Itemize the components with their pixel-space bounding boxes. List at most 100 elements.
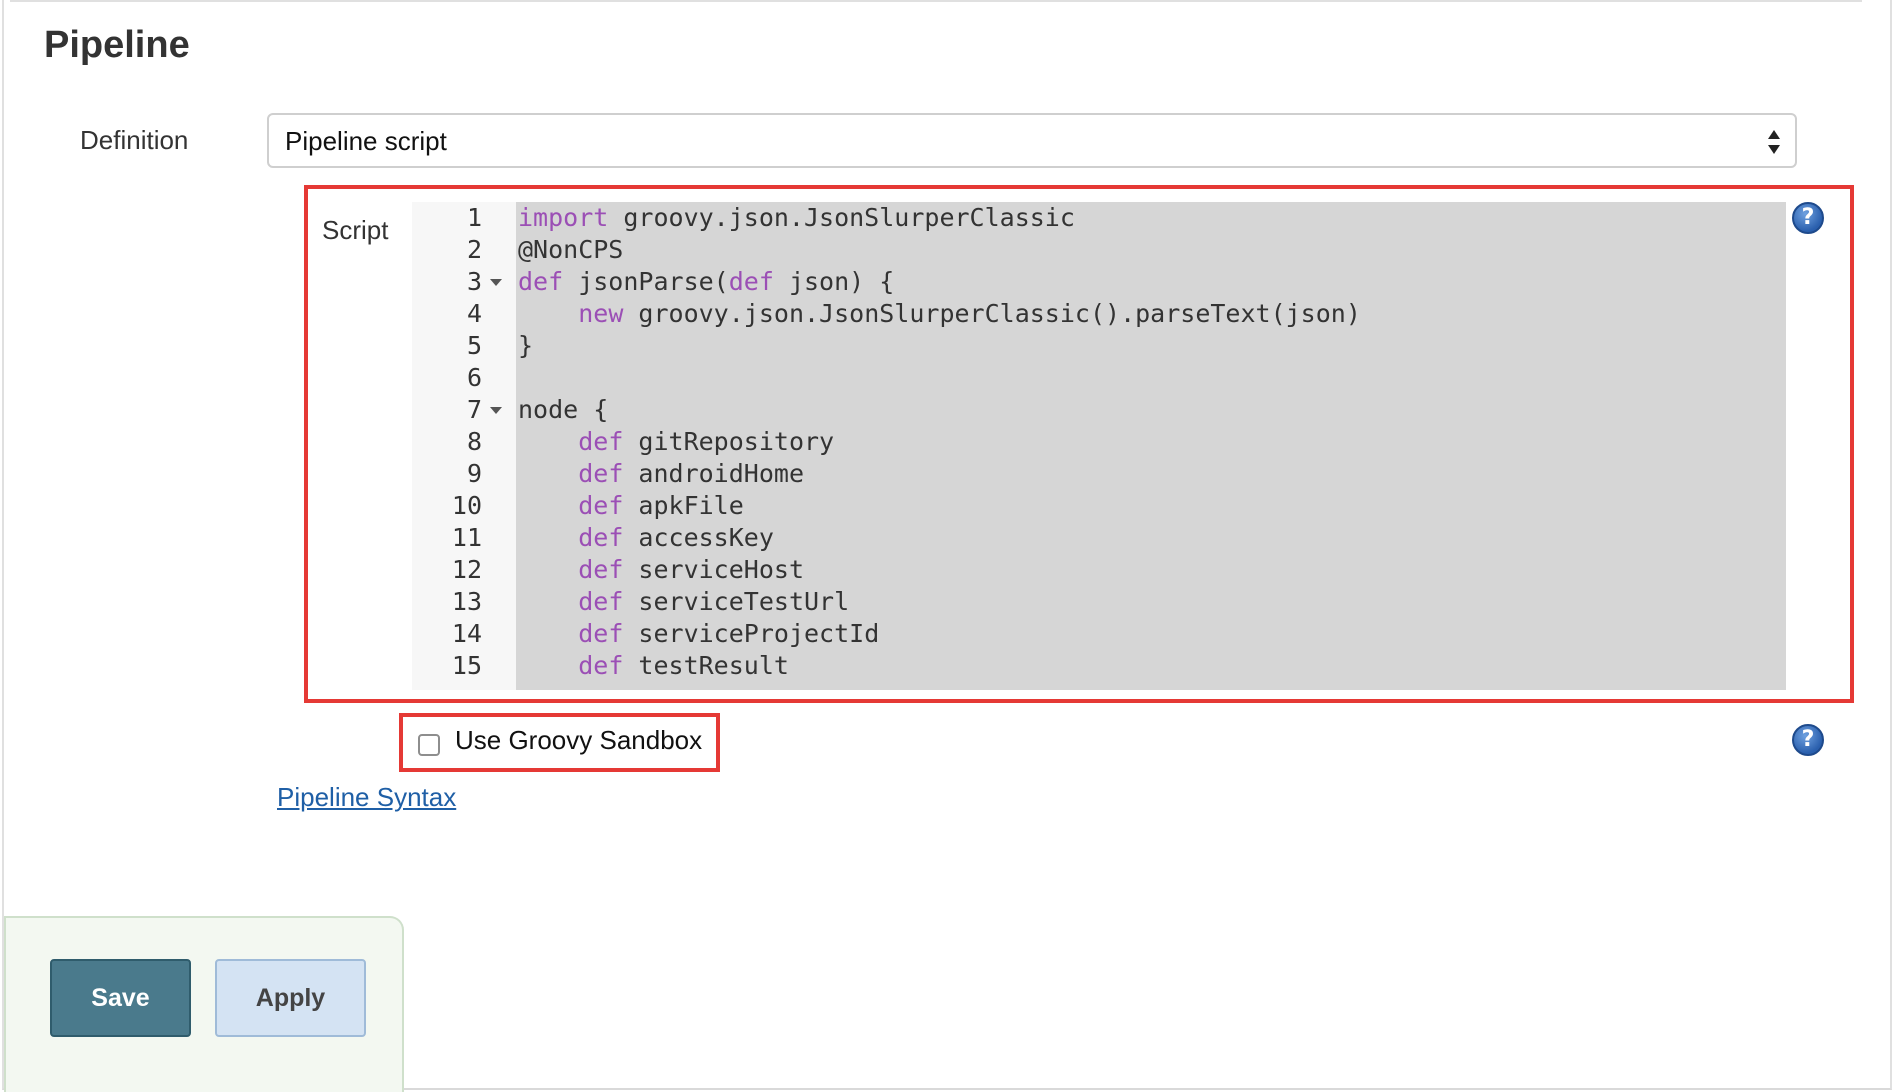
line-number: 15 [451,651,482,680]
code-text: node { [518,394,608,426]
code-keyword: def [728,267,774,296]
help-glyph: ? [1801,205,1815,230]
code-line[interactable]: def androidHome [516,458,1786,490]
code-keyword: def [578,491,624,520]
code-text: def accessKey [518,522,774,554]
code-keyword: def [518,267,564,296]
line-number: 11 [451,523,482,552]
select-arrows-icon [1768,130,1780,154]
code-line[interactable]: new groovy.json.JsonSlurperClassic().par… [516,298,1786,330]
code-text: def serviceTestUrl [518,586,849,618]
code-text: def serviceProjectId [518,618,879,650]
fold-arrow-icon[interactable] [490,279,502,286]
code-text: def testResult [518,650,789,682]
pipeline-syntax-link[interactable]: Pipeline Syntax [277,781,456,813]
save-button[interactable]: Save [50,959,191,1037]
code-token: apkFile [623,491,744,520]
code-keyword: def [578,619,624,648]
code-keyword: def [578,427,624,456]
code-keyword: def [578,555,624,584]
code-token: } [518,331,534,360]
code-line[interactable]: def serviceTestUrl [516,586,1786,618]
line-number: 2 [466,235,482,264]
definition-select[interactable]: Pipeline script [267,113,1797,168]
line-number: 12 [451,555,482,584]
definition-label: Definition [80,125,189,155]
help-glyph: ? [1801,727,1815,752]
code-token: gitRepository [623,427,835,456]
code-text: import groovy.json.JsonSlurperClassic [518,202,1075,234]
groovy-sandbox-label[interactable]: Use Groovy Sandbox [455,724,702,756]
line-number: 7 [466,395,482,424]
code-text: new groovy.json.JsonSlurperClassic().par… [518,298,1361,330]
code-line[interactable] [516,362,1786,394]
line-number: 6 [466,363,482,392]
code-area[interactable]: import groovy.json.JsonSlurperClassic @No… [516,202,1786,690]
script-editor[interactable]: 1 2 3 4 5 6 7 8 9 10 11 12 13 14 15 import groovy.json… [412,202,1786,690]
code-text: def jsonParse(def json) { [518,266,894,298]
script-help-icon[interactable]: ? [1792,202,1824,234]
code-line[interactable]: } [516,330,1786,362]
code-line[interactable]: def jsonParse(def json) { [516,266,1786,298]
code-token: groovy.json.JsonSlurperClassic().parseTe… [623,299,1361,328]
code-text: def gitRepository [518,426,834,458]
code-line[interactable]: def gitRepository [516,426,1786,458]
code-keyword: def [578,523,624,552]
line-number: 14 [451,619,482,648]
code-text: def apkFile [518,490,744,522]
code-text: } [518,330,533,362]
line-number: 9 [466,459,482,488]
code-token: @NonCPS [518,235,624,264]
code-token: groovy.json.JsonSlurperClassic [608,203,1075,232]
code-text: @NonCPS [518,234,623,266]
code-line[interactable]: def apkFile [516,490,1786,522]
code-line[interactable]: node { [516,394,1786,426]
line-number-gutter: 1 2 3 4 5 6 7 8 9 10 11 12 13 14 15 [412,202,516,690]
line-number: 5 [466,331,482,360]
code-keyword: def [578,587,624,616]
line-number: 4 [466,299,482,328]
code-token: accessKey [623,523,774,552]
code-token: serviceProjectId [623,619,880,648]
code-token: serviceTestUrl [623,587,850,616]
code-line[interactable]: def serviceProjectId [516,618,1786,650]
fold-arrow-icon[interactable] [490,407,502,414]
line-number: 13 [451,587,482,616]
code-line[interactable]: def serviceHost [516,554,1786,586]
code-line[interactable]: def accessKey [516,522,1786,554]
code-text: def androidHome [518,458,804,490]
code-keyword: def [578,459,624,488]
code-keyword: new [578,299,624,328]
line-number: 1 [466,203,482,232]
code-line[interactable]: import groovy.json.JsonSlurperClassic [516,202,1786,234]
code-token: androidHome [623,459,804,488]
code-keyword: import [518,203,609,232]
line-number: 3 [466,267,482,296]
sandbox-help-icon[interactable]: ? [1792,724,1824,756]
section-title: Pipeline [44,24,190,66]
groovy-sandbox-checkbox[interactable] [418,734,440,756]
code-token: node { [518,395,609,424]
line-number: 8 [466,427,482,456]
code-text: def serviceHost [518,554,804,586]
apply-button[interactable]: Apply [215,959,366,1037]
code-keyword: def [578,651,624,680]
line-number: 10 [451,491,482,520]
code-token: jsonParse( [563,267,729,296]
top-divider [10,0,1862,2]
script-label: Script [322,215,389,245]
code-line[interactable]: def testResult [516,650,1786,682]
code-token: json) { [773,267,895,296]
code-token: serviceHost [623,555,804,584]
code-line[interactable]: @NonCPS [516,234,1786,266]
definition-select-value: Pipeline script [285,126,447,156]
